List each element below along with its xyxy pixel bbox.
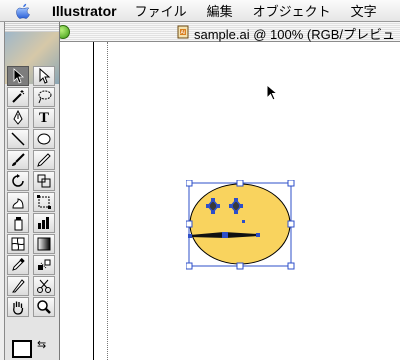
magic-wand-tool-icon [12,90,25,103]
page-boundary-line [93,42,94,360]
ellipse-tool[interactable] [33,129,55,149]
menu-edit[interactable]: 編集 [207,1,233,20]
paintbrush-tool[interactable] [7,150,29,170]
selection-tool[interactable] [7,66,29,86]
menu-type[interactable]: 文字 [351,1,377,20]
symbol-sprayer-tool[interactable] [7,213,29,233]
hand-tool-icon [13,301,24,315]
type-tool-icon: T [38,109,49,126]
column-graph-tool[interactable] [33,213,55,233]
lasso-tool-icon [38,90,52,104]
slice-tool-icon [12,279,25,293]
mouse-cursor-icon [266,84,279,101]
smiley-artwork[interactable] [186,180,296,270]
document-title: sample.ai @ 100% (RGB/プレビュ [194,27,396,42]
face-ellipse [189,183,291,265]
mesh-tool-icon [11,237,25,251]
symbol-sprayer-tool-icon [14,217,23,231]
artboard-canvas[interactable] [56,42,400,360]
direct-selection-tool-icon [39,68,51,84]
scissors-tool-icon [37,279,51,293]
menu-file[interactable]: ファイル [135,1,187,20]
apple-menu-icon[interactable] [16,3,30,19]
pencil-tool[interactable] [33,150,55,170]
direct-selection-tool[interactable] [33,66,55,86]
type-tool[interactable]: T [33,108,55,128]
scale-tool-icon [37,174,51,188]
zoom-tool-icon [37,300,51,314]
blend-tool-icon [38,259,51,270]
scissors-tool[interactable] [33,276,55,296]
menu-app-illustrator[interactable]: Illustrator [52,3,117,19]
warp-tool[interactable] [7,192,29,212]
pen-tool[interactable] [7,108,29,128]
slice-tool[interactable] [7,276,29,296]
warp-tool-icon [12,198,24,209]
mouth-anchor [222,232,228,238]
rotate-tool-icon [12,174,24,187]
document-titlebar[interactable]: Ai sample.ai @ 100% (RGB/プレビュ [56,22,400,42]
scale-tool[interactable] [33,171,55,191]
eyedropper-tool-icon [12,258,25,271]
document-window: Ai sample.ai @ 100% (RGB/プレビュ [56,22,400,360]
selection-tool-icon [13,68,25,84]
hand-tool[interactable] [7,297,29,317]
svg-text:Ai: Ai [181,30,186,36]
toolbox-panel: T ⇆ [4,22,60,360]
pencil-tool-icon [37,153,51,167]
zoom-tool[interactable] [33,297,55,317]
column-graph-tool-icon [38,217,49,229]
mesh-tool[interactable] [7,234,29,254]
fill-stroke-swatch[interactable] [12,340,32,358]
paintbrush-tool-icon [12,153,25,166]
free-transform-tool-icon [37,195,51,209]
lasso-tool[interactable] [33,87,55,107]
free-transform-tool[interactable] [33,192,55,212]
imageable-area-guide [107,42,109,360]
swap-fill-stroke-icon[interactable]: ⇆ [37,338,46,351]
line-segment-tool[interactable] [7,129,29,149]
ellipse-tool-icon [37,133,51,145]
ai-document-icon: Ai [177,25,189,39]
line-segment-tool-icon [11,132,25,146]
menu-bar: Illustrator ファイル 編集 オブジェクト 文字 [0,0,400,22]
menu-object[interactable]: オブジェクト [253,1,331,20]
gradient-tool[interactable] [33,234,55,254]
magic-wand-tool[interactable] [7,87,29,107]
pen-tool-icon [13,110,23,125]
gradient-tool-icon [37,237,51,251]
eyedropper-tool[interactable] [7,255,29,275]
blend-tool[interactable] [33,255,55,275]
rotate-tool[interactable] [7,171,29,191]
toolbox-drag-grip[interactable] [5,22,59,32]
